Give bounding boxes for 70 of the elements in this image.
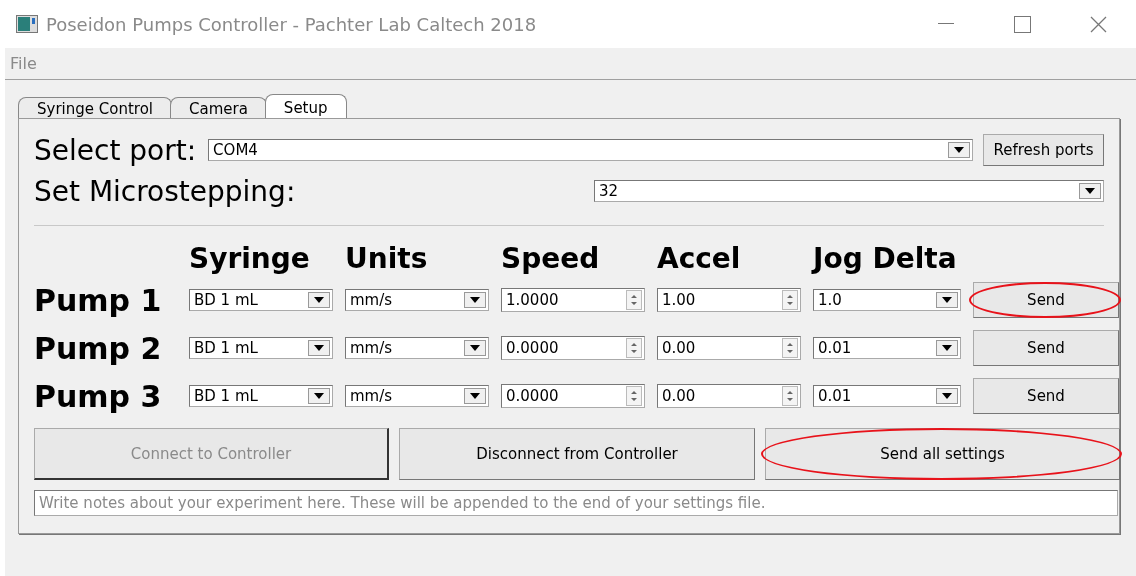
microstepping-label: Set Microstepping: (34, 174, 297, 208)
dropdown[interactable]: mm/s (345, 337, 489, 359)
pump-label: Pump 1 (34, 281, 163, 320)
dropdown-arrow-button[interactable] (464, 292, 486, 308)
send-button[interactable]: Send (973, 282, 1119, 318)
caret-icon (942, 297, 952, 303)
spin-box[interactable]: 1.00 (657, 288, 801, 312)
spin-arrows-icon[interactable] (782, 338, 798, 358)
dropdown-arrow-button[interactable] (308, 388, 330, 404)
dropdown-arrow-button[interactable] (308, 340, 330, 356)
dropdown[interactable]: 0.01 (813, 337, 961, 359)
caret-icon (470, 393, 480, 399)
dropdown-arrow-button[interactable] (948, 142, 970, 158)
tab[interactable]: Camera (170, 97, 267, 118)
dropdown-arrow-button[interactable] (936, 292, 958, 308)
spin-arrows-icon[interactable] (626, 386, 642, 406)
action-button[interactable]: Send all settings (765, 428, 1120, 480)
spin-arrows-icon[interactable] (626, 338, 642, 358)
send-button[interactable]: Send (973, 378, 1119, 414)
caret-icon (314, 393, 324, 399)
maximize-icon (1013, 15, 1031, 33)
spin-arrows-icon[interactable] (782, 290, 798, 310)
dropdown[interactable]: COM4 (208, 139, 973, 161)
dropdown-arrow-button[interactable] (308, 292, 330, 308)
spin-box[interactable]: 0.0000 (501, 336, 645, 360)
column-header: Speed (501, 240, 601, 276)
port-label: Select port: (34, 133, 197, 167)
dropdown[interactable]: mm/s (345, 385, 489, 407)
notes-field[interactable]: Write notes about your experiment here. These will be appended to the end of your settings file. (34, 490, 1118, 516)
refresh-ports-button[interactable]: Refresh ports (983, 134, 1104, 166)
dropdown[interactable]: BD 1 mL (189, 289, 333, 311)
pump-label: Pump 3 (34, 377, 163, 416)
caret-icon (470, 297, 480, 303)
tab[interactable]: Setup (264, 94, 347, 118)
action-button[interactable]: Disconnect from Controller (399, 428, 755, 480)
caret-icon (942, 345, 952, 351)
dropdown-arrow-button[interactable] (464, 340, 486, 356)
caret-icon (1085, 188, 1095, 194)
dropdown-arrow-button[interactable] (936, 388, 958, 404)
dropdown[interactable]: 32 (594, 180, 1104, 202)
spin-arrows-icon[interactable] (782, 386, 798, 406)
dropdown[interactable]: BD 1 mL (189, 385, 333, 407)
send-button[interactable]: Send (973, 330, 1119, 366)
spin-box[interactable]: 1.0000 (501, 288, 645, 312)
spin-arrows-icon[interactable] (626, 290, 642, 310)
tab[interactable]: Syringe Control (18, 97, 172, 118)
dropdown[interactable]: BD 1 mL (189, 337, 333, 359)
spin-box[interactable]: 0.0000 (501, 384, 645, 408)
spin-box[interactable]: 0.00 (657, 336, 801, 360)
column-header: Syringe (189, 240, 311, 276)
dropdown[interactable]: 1.0 (813, 289, 961, 311)
pump-label: Pump 2 (34, 329, 163, 368)
caret-icon (942, 393, 952, 399)
close-icon (1089, 15, 1107, 33)
minimize-icon (938, 23, 954, 25)
column-header: Units (345, 240, 429, 276)
app-icon (16, 15, 38, 33)
caret-icon (954, 147, 964, 153)
dropdown-arrow-button[interactable] (1079, 183, 1101, 199)
caret-icon (314, 345, 324, 351)
caret-icon (470, 345, 480, 351)
dropdown[interactable]: mm/s (345, 289, 489, 311)
dropdown-arrow-button[interactable] (464, 388, 486, 404)
dropdown-arrow-button[interactable] (936, 340, 958, 356)
window-title: Poseidon Pumps Controller - Pachter Lab Caltech 2018 (46, 13, 538, 35)
column-header: Accel (657, 240, 742, 276)
column-header: Jog Delta (813, 240, 958, 276)
dropdown[interactable]: 0.01 (813, 385, 961, 407)
spin-box[interactable]: 0.00 (657, 384, 801, 408)
caret-icon (314, 297, 324, 303)
